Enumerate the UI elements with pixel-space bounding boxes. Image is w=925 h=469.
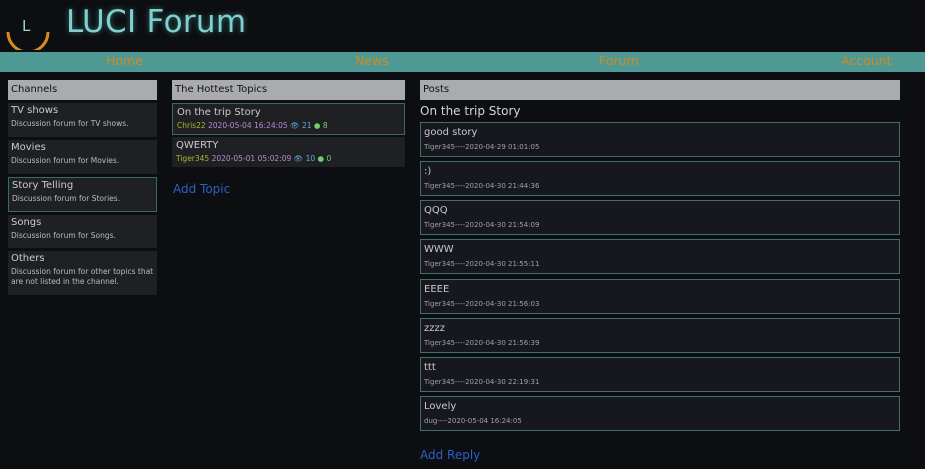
topic-author: Chris22 (177, 121, 206, 130)
posts-header: Posts (420, 80, 900, 100)
channel-description: Discussion forum for other topics that a… (11, 267, 154, 286)
topic-meta: Tiger345 2020-05-01 05:02:09 👁 10 ● 0 (176, 154, 401, 163)
post-text: Lovely (424, 401, 457, 412)
comment-icon: ● (317, 154, 325, 163)
channel-description: Discussion forum for Songs. (11, 231, 116, 240)
channel-name: Story Telling (12, 180, 74, 191)
topic-title: QWERTY (176, 140, 219, 151)
nav-account[interactable]: Account (841, 53, 891, 68)
nav-home[interactable]: Home (106, 53, 143, 68)
channel-name: TV shows (11, 105, 59, 116)
post-meta: Tiger345----2020-04-30 21:56:03 (424, 300, 540, 308)
topic-author: Tiger345 (176, 154, 210, 163)
channel-description: Discussion forum for Movies. (11, 156, 120, 165)
post-text: WWW (424, 244, 454, 255)
post-meta: Tiger345----2020-04-30 21:55:11 (424, 260, 540, 268)
channel-tv-shows[interactable]: TV shows Discussion forum for TV shows. (8, 103, 157, 137)
nav-forum[interactable]: Forum (599, 53, 639, 68)
post-meta: Tiger345----2020-04-30 21:44:36 (424, 182, 540, 190)
reply-count: 8 (322, 121, 328, 130)
post-item: :) Tiger345----2020-04-30 21:44:36 (420, 161, 900, 196)
post-item: WWW Tiger345----2020-04-30 21:55:11 (420, 239, 900, 274)
add-topic-link[interactable]: Add Topic (173, 182, 230, 196)
post-item: ttt Tiger345----2020-04-30 22:19:31 (420, 357, 900, 392)
topic-meta: Chris22 2020-05-04 16:24:05 👁 21 ● 8 (177, 121, 400, 130)
post-text: zzzz (424, 323, 445, 334)
channel-name: Others (11, 253, 45, 264)
post-meta: Tiger345----2020-04-30 21:56:39 (424, 339, 540, 347)
post-item: Lovely dug----2020-05-04 16:24:05 (420, 396, 900, 431)
logo-icon[interactable]: L (4, 4, 52, 50)
channel-name: Movies (11, 142, 46, 153)
post-item: EEEE Tiger345----2020-04-30 21:56:03 (420, 279, 900, 314)
view-count: 10 (305, 154, 316, 163)
view-count: 21 (301, 121, 312, 130)
channel-movies[interactable]: Movies Discussion forum for Movies. (8, 140, 157, 174)
eye-icon: 👁 (293, 154, 304, 163)
channels-header: Channels (8, 80, 157, 100)
add-reply-link[interactable]: Add Reply (420, 448, 480, 462)
thread-title: On the trip Story (420, 104, 521, 118)
post-meta: dug----2020-05-04 16:24:05 (424, 417, 522, 425)
channel-name: Songs (11, 217, 42, 228)
site-header: L LUCI Forum (0, 0, 925, 52)
post-text: good story (424, 127, 478, 138)
post-item: QQQ Tiger345----2020-04-30 21:54:09 (420, 200, 900, 235)
channel-description: Discussion forum for TV shows. (11, 119, 129, 128)
channel-description: Discussion forum for Stories. (12, 194, 121, 203)
post-meta: Tiger345----2020-04-29 01:01:05 (424, 143, 540, 151)
post-text: QQQ (424, 205, 448, 216)
comment-icon: ● (313, 121, 321, 130)
post-item: good story Tiger345----2020-04-29 01:01:… (420, 122, 900, 157)
svg-text:L: L (22, 17, 31, 35)
topic-date: 2020-05-04 16:24:05 (208, 121, 288, 130)
channel-songs[interactable]: Songs Discussion forum for Songs. (8, 215, 157, 248)
channel-others[interactable]: Others Discussion forum for other topics… (8, 251, 157, 295)
topic-item[interactable]: On the trip Story Chris22 2020-05-04 16:… (172, 103, 405, 135)
post-meta: Tiger345----2020-04-30 21:54:09 (424, 221, 540, 229)
reply-count: 0 (326, 154, 332, 163)
topic-date: 2020-05-01 05:02:09 (211, 154, 292, 163)
topic-item[interactable]: QWERTY Tiger345 2020-05-01 05:02:09 👁 10… (172, 137, 405, 167)
post-meta: Tiger345----2020-04-30 22:19:31 (424, 378, 540, 386)
main-nav: Home News Forum Account (0, 52, 925, 72)
channel-story-telling[interactable]: Story Telling Discussion forum for Stori… (8, 177, 157, 212)
post-text: :) (424, 166, 432, 177)
post-text: EEEE (424, 284, 450, 295)
post-item: zzzz Tiger345----2020-04-30 21:56:39 (420, 318, 900, 353)
nav-news[interactable]: News (355, 53, 389, 68)
post-text: ttt (424, 362, 436, 373)
eye-icon: 👁 (290, 121, 300, 130)
site-title[interactable]: LUCI Forum (66, 4, 246, 40)
topic-title: On the trip Story (177, 107, 261, 118)
topics-header: The Hottest Topics (172, 80, 405, 100)
